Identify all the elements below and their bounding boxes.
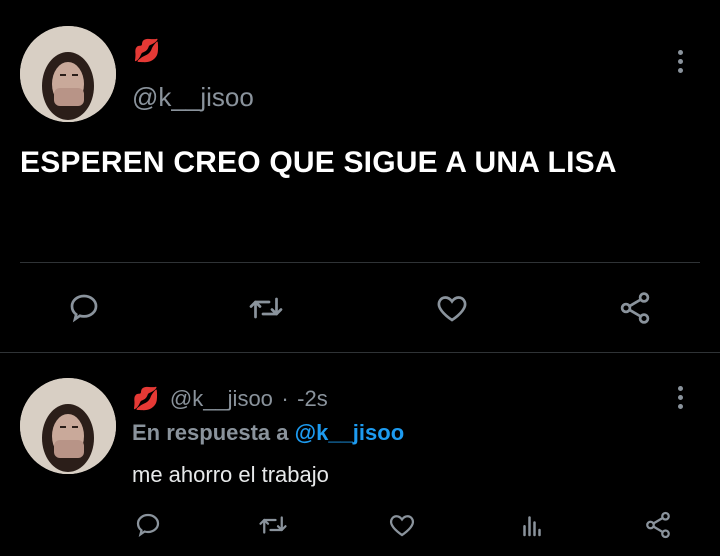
avatar-image <box>20 26 116 122</box>
avatar-image <box>20 378 116 474</box>
reply-text: me ahorro el trabajo <box>132 462 329 487</box>
heart-icon[interactable] <box>433 290 471 326</box>
reply-header: 💋 @k__jisoo · -2s <box>132 386 328 412</box>
bar-chart-icon[interactable] <box>516 510 548 540</box>
share-icon[interactable] <box>642 510 674 540</box>
tweet-text: ESPEREN CREO QUE SIGUE A UNA LISA <box>20 146 617 179</box>
kiss-emoji: 💋 <box>133 38 161 63</box>
separator: · <box>281 386 289 411</box>
comment-icon[interactable] <box>132 510 164 540</box>
heart-icon[interactable] <box>386 510 418 540</box>
section-divider <box>0 352 720 353</box>
more-vertical-icon[interactable] <box>678 386 684 413</box>
user-handle[interactable]: @k__jisoo <box>132 82 254 113</box>
reply-mention-link[interactable]: @k__jisoo <box>295 420 405 445</box>
timestamp: -2s <box>297 386 328 411</box>
reply-handle[interactable]: @k__jisoo <box>170 386 273 411</box>
avatar[interactable] <box>20 26 116 122</box>
retweet-icon[interactable] <box>246 290 286 326</box>
more-vertical-icon[interactable] <box>678 50 684 77</box>
divider <box>20 262 700 263</box>
kiss-emoji: 💋 <box>132 386 160 411</box>
reply-prefix: En respuesta a <box>132 420 289 445</box>
retweet-icon[interactable] <box>256 510 290 540</box>
reply-avatar[interactable] <box>20 378 116 474</box>
share-icon[interactable] <box>616 290 654 326</box>
reply-context: En respuesta a @k__jisoo <box>132 420 404 446</box>
comment-icon[interactable] <box>66 290 102 326</box>
